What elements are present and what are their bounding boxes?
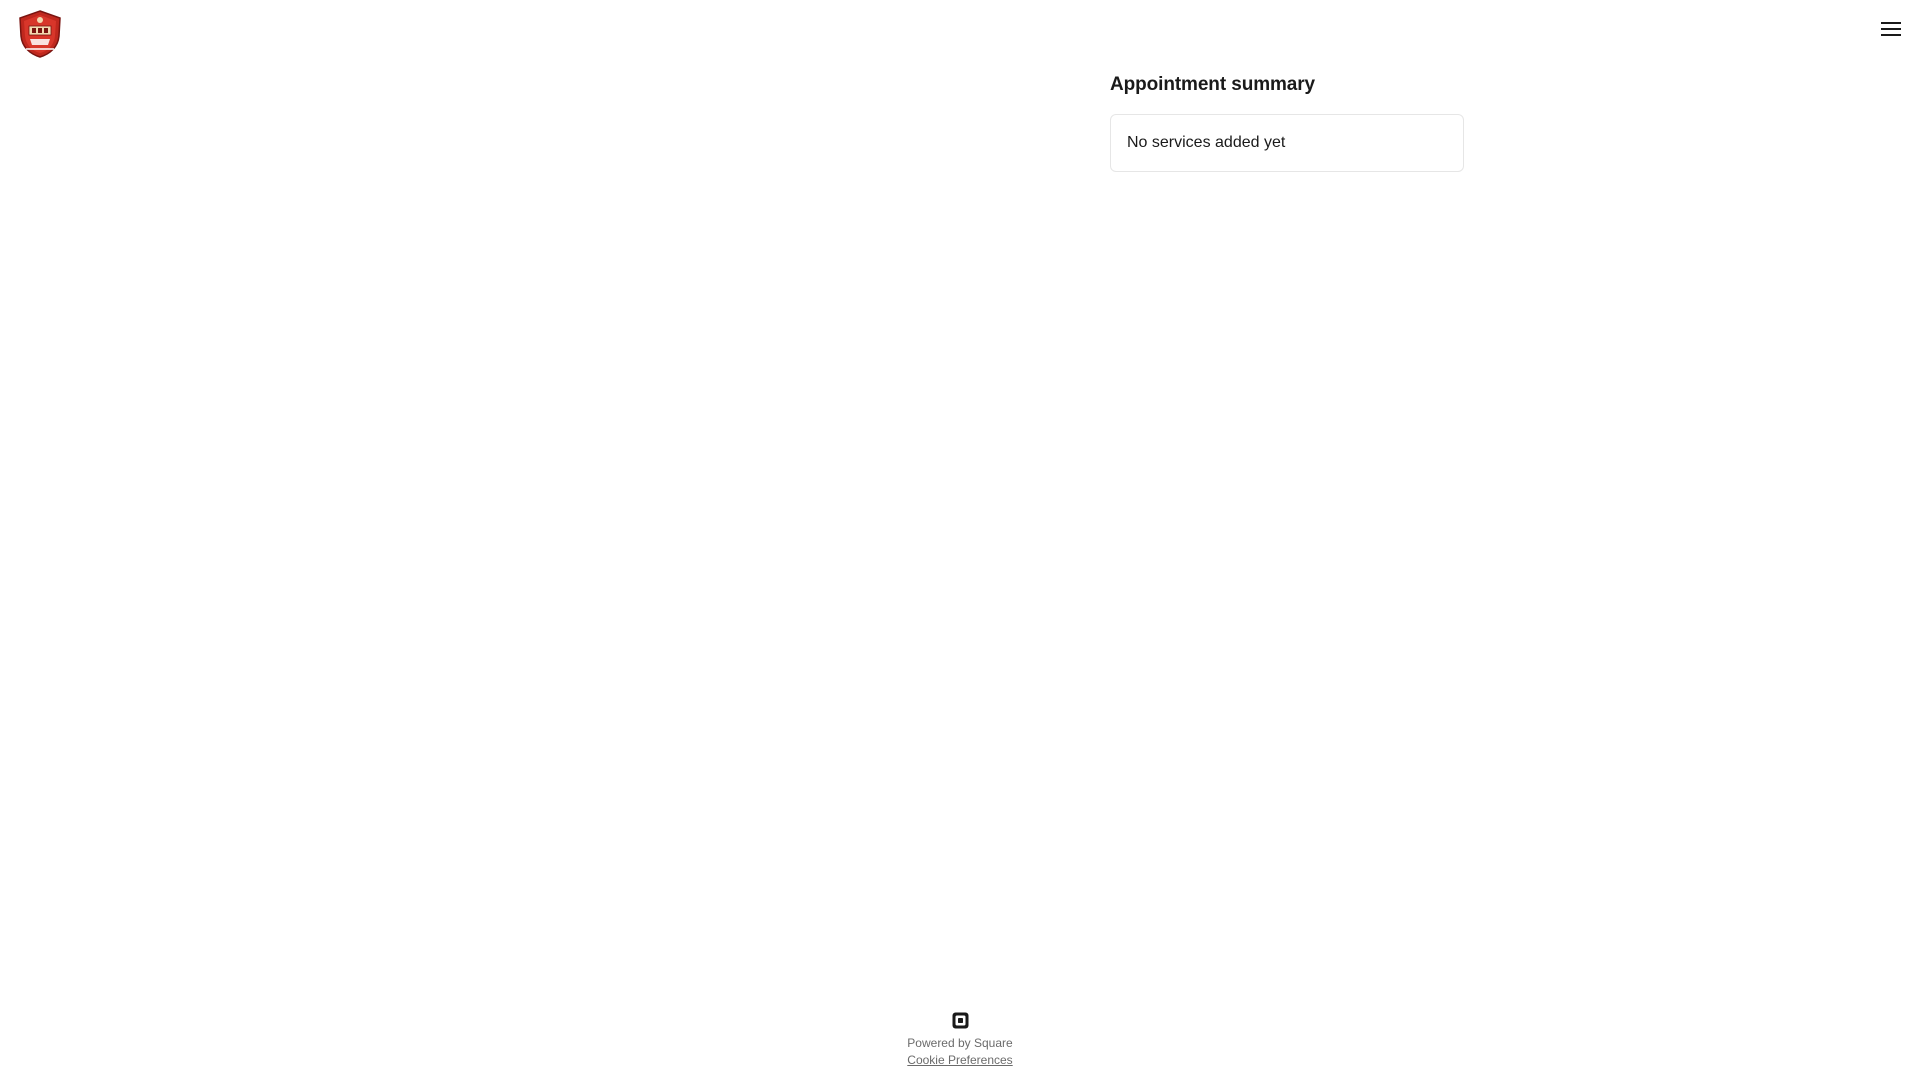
hamburger-menu-icon bbox=[1881, 22, 1901, 36]
menu-button[interactable] bbox=[1876, 14, 1906, 44]
business-logo[interactable] bbox=[16, 9, 64, 59]
empty-services-message: No services added yet bbox=[1127, 134, 1286, 151]
square-logo-icon bbox=[952, 1012, 968, 1029]
summary-card: No services added yet bbox=[1110, 114, 1464, 172]
shield-crest-logo-icon bbox=[19, 10, 61, 58]
cookie-preferences-link[interactable]: Cookie Preferences bbox=[907, 1052, 1012, 1069]
appointment-summary: Appointment summary No services added ye… bbox=[1110, 72, 1464, 172]
powered-by-text: Powered by Square bbox=[907, 1036, 1013, 1050]
summary-title: Appointment summary bbox=[1110, 74, 1316, 95]
booking-page: Appointment summary No services added ye… bbox=[0, 0, 1920, 1080]
footer: Powered by Square Cookie Preferences bbox=[0, 1012, 1920, 1069]
